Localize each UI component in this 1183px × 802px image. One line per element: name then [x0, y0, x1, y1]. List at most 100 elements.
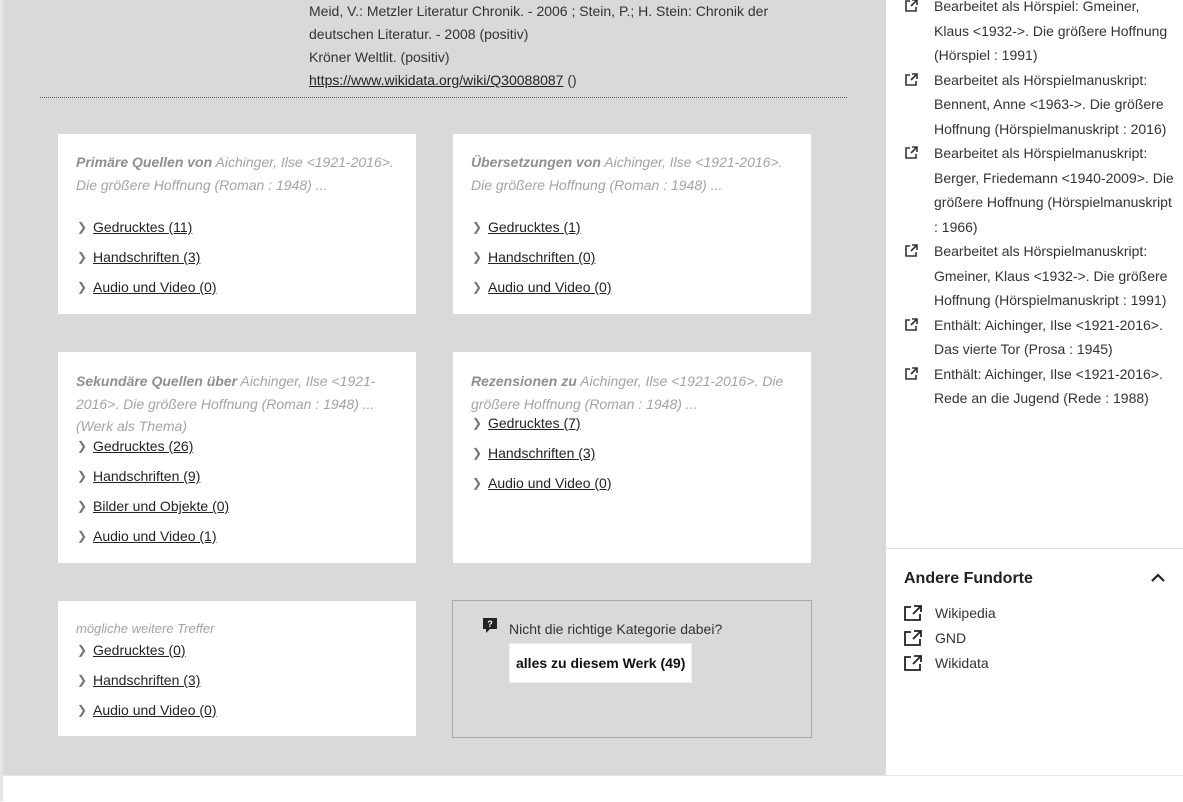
chevron-right-icon: ❯	[77, 280, 88, 294]
related-work-item[interactable]: Bearbeitet als Hörspielmanuskript: Gmein…	[886, 239, 1183, 313]
category-link[interactable]: Gedrucktes (1)	[488, 219, 581, 235]
svg-text:?: ?	[487, 619, 493, 629]
panel-heading-bold: Primäre Quellen von	[76, 154, 213, 170]
chevron-right-icon: ❯	[77, 439, 88, 453]
category-link[interactable]: Audio und Video (0)	[488, 279, 612, 295]
help-text: Nicht die richtige Kategorie dabei?	[509, 621, 723, 637]
fundort-label: GND	[935, 630, 967, 646]
chevron-right-icon: ❯	[77, 673, 88, 687]
list-item: ❯ Audio und Video (0)	[76, 278, 398, 308]
bibliography-info: Meid, V.: Metzler Literatur Chronik. - 2…	[309, 0, 829, 92]
chevron-right-icon: ❯	[77, 703, 88, 717]
category-link[interactable]: Handschriften (3)	[488, 445, 595, 461]
panel-heading: Übersetzungen von Aichinger, Ilse <1921-…	[471, 151, 793, 226]
external-link-icon	[904, 605, 922, 621]
panel-reviews: Rezensionen zu Aichinger, Ilse <1921-201…	[453, 352, 811, 563]
all-results-button[interactable]: alles zu diesem Werk (49)	[509, 643, 693, 683]
bibliography-line: Kröner Weltlit. (positiv)	[309, 49, 450, 65]
list-item: ❯ Audio und Video (0)	[471, 278, 793, 308]
category-link[interactable]: Handschriften (3)	[93, 672, 200, 688]
related-work-item[interactable]: Bearbeitet als Hörspielmanuskript: Berge…	[886, 141, 1183, 239]
category-link[interactable]: Gedrucktes (26)	[93, 438, 193, 454]
external-link-icon	[904, 655, 922, 671]
fundort-link[interactable]: GND	[904, 626, 996, 651]
panel-heading-bold: Sekundäre Quellen über	[76, 373, 238, 389]
chevron-right-icon: ❯	[77, 250, 88, 264]
category-link[interactable]: Handschriften (0)	[488, 249, 595, 265]
list-item: ❯ Gedrucktes (26)	[76, 437, 398, 467]
fundort-link[interactable]: Wikipedia	[904, 601, 996, 626]
wikidata-link-suffix: ()	[563, 72, 577, 88]
category-list: ❯ Gedrucktes (0) ❯ Handschriften (3) ❯ Audi…	[76, 641, 398, 731]
chevron-up-icon[interactable]	[1150, 570, 1166, 586]
related-work-item[interactable]: Enthält: Aichinger, Ilse <1921-2016>. Da…	[886, 313, 1183, 362]
category-link[interactable]: Gedrucktes (0)	[93, 642, 186, 658]
help-box: ? Nicht die richtige Kategorie dabei? al…	[452, 600, 812, 738]
related-work-item[interactable]: Enthält: Aichinger, Ilse <1921-2016>. Re…	[886, 362, 1183, 411]
chevron-right-icon: ❯	[472, 250, 483, 264]
external-link-icon	[905, 0, 918, 12]
list-item: ❯ Gedrucktes (0)	[76, 641, 398, 671]
related-work-label: Bearbeitet als Hörspielmanuskript: Benne…	[934, 71, 1167, 137]
category-link[interactable]: Audio und Video (1)	[93, 528, 217, 544]
list-item: ❯ Handschriften (0)	[471, 248, 793, 278]
external-link-icon	[905, 146, 918, 159]
fundort-link[interactable]: Wikidata	[904, 651, 996, 676]
category-link[interactable]: Audio und Video (0)	[93, 279, 217, 295]
list-item: ❯ Handschriften (9)	[76, 467, 398, 497]
fundort-label: Wikipedia	[935, 605, 996, 621]
category-link[interactable]: Gedrucktes (11)	[93, 219, 192, 235]
chevron-right-icon: ❯	[77, 529, 88, 543]
fundort-label: Wikidata	[935, 655, 989, 671]
list-item: ❯ Gedrucktes (1)	[471, 218, 793, 248]
panel-heading: Primäre Quellen von Aichinger, Ilse <192…	[76, 151, 398, 226]
question-icon: ?	[483, 618, 497, 633]
chevron-right-icon: ❯	[472, 280, 483, 294]
list-item: ❯ Handschriften (3)	[76, 671, 398, 701]
list-item: ❯ Gedrucktes (7)	[471, 414, 793, 444]
list-item: ❯ Bilder und Objekte (0)	[76, 497, 398, 527]
list-item: ❯ Gedrucktes (11)	[76, 218, 398, 248]
category-link[interactable]: Handschriften (3)	[93, 249, 200, 265]
bibliography-line: Meid, V.: Metzler Literatur Chronik. - 2…	[309, 3, 769, 19]
chevron-right-icon: ❯	[472, 446, 483, 460]
panel-secondary-sources: Sekundäre Quellen über Aichinger, Ilse <…	[58, 352, 416, 563]
category-link[interactable]: Audio und Video (0)	[488, 475, 612, 491]
related-works-list: Bearbeitet als Hörspiel: Gmeiner, Klaus …	[886, 0, 1183, 411]
sidebar-divider	[886, 548, 1183, 549]
related-work-label: Enthält: Aichinger, Ilse <1921-2016>. Re…	[934, 365, 1163, 407]
chevron-right-icon: ❯	[77, 499, 88, 513]
category-link[interactable]: Bilder und Objekte (0)	[93, 498, 229, 514]
category-link[interactable]: Gedrucktes (7)	[488, 415, 581, 431]
panel-translations: Übersetzungen von Aichinger, Ilse <1921-…	[453, 134, 811, 314]
list-item: ❯ Audio und Video (0)	[471, 474, 793, 504]
panel-heading: Rezensionen zu Aichinger, Ilse <1921-201…	[471, 370, 801, 416]
panel-heading-bold: Übersetzungen von	[471, 154, 601, 170]
wikidata-link[interactable]: https://www.wikidata.org/wiki/Q30088087	[309, 72, 563, 88]
panel-primary-sources: Primäre Quellen von Aichinger, Ilse <192…	[58, 134, 416, 314]
panel-more-results: mögliche weitere Treffer ❯ Gedrucktes (0)…	[58, 601, 416, 736]
external-link-icon	[905, 244, 918, 257]
external-link-icon	[905, 72, 918, 86]
category-link[interactable]: Audio und Video (0)	[93, 702, 217, 718]
main-content: Meid, V.: Metzler Literatur Chronik. - 2…	[3, 0, 886, 775]
related-work-item[interactable]: Bearbeitet als Hörspiel: Gmeiner, Klaus …	[886, 0, 1183, 68]
external-link-icon	[905, 366, 918, 380]
panel-heading: Sekundäre Quellen über Aichinger, Ilse <…	[76, 370, 398, 439]
related-work-label: Enthält: Aichinger, Ilse <1921-2016>. Da…	[934, 316, 1163, 358]
related-work-item[interactable]: Bearbeitet als Hörspielmanuskript: Benne…	[886, 68, 1183, 142]
section-divider	[40, 97, 847, 98]
chevron-right-icon: ❯	[472, 416, 483, 430]
page-footer-strip	[3, 775, 1183, 802]
chevron-right-icon: ❯	[77, 469, 88, 483]
list-item: ❯ Handschriften (3)	[76, 248, 398, 278]
category-list: ❯ Gedrucktes (11) ❯ Handschriften (3) ❯ Aud…	[76, 218, 398, 308]
external-link-icon	[905, 317, 918, 331]
chevron-right-icon: ❯	[472, 476, 483, 490]
related-work-label: Bearbeitet als Hörspielmanuskript: Gmein…	[934, 243, 1168, 308]
category-link[interactable]: Handschriften (9)	[93, 468, 200, 484]
fundorte-title: Andere Fundorte	[904, 570, 1033, 587]
sidebar: Bearbeitet als Hörspiel: Gmeiner, Klaus …	[886, 0, 1183, 775]
related-work-label: Bearbeitet als Hörspielmanuskript: Berge…	[934, 145, 1174, 235]
list-item: ❯ Audio und Video (0)	[76, 701, 398, 731]
